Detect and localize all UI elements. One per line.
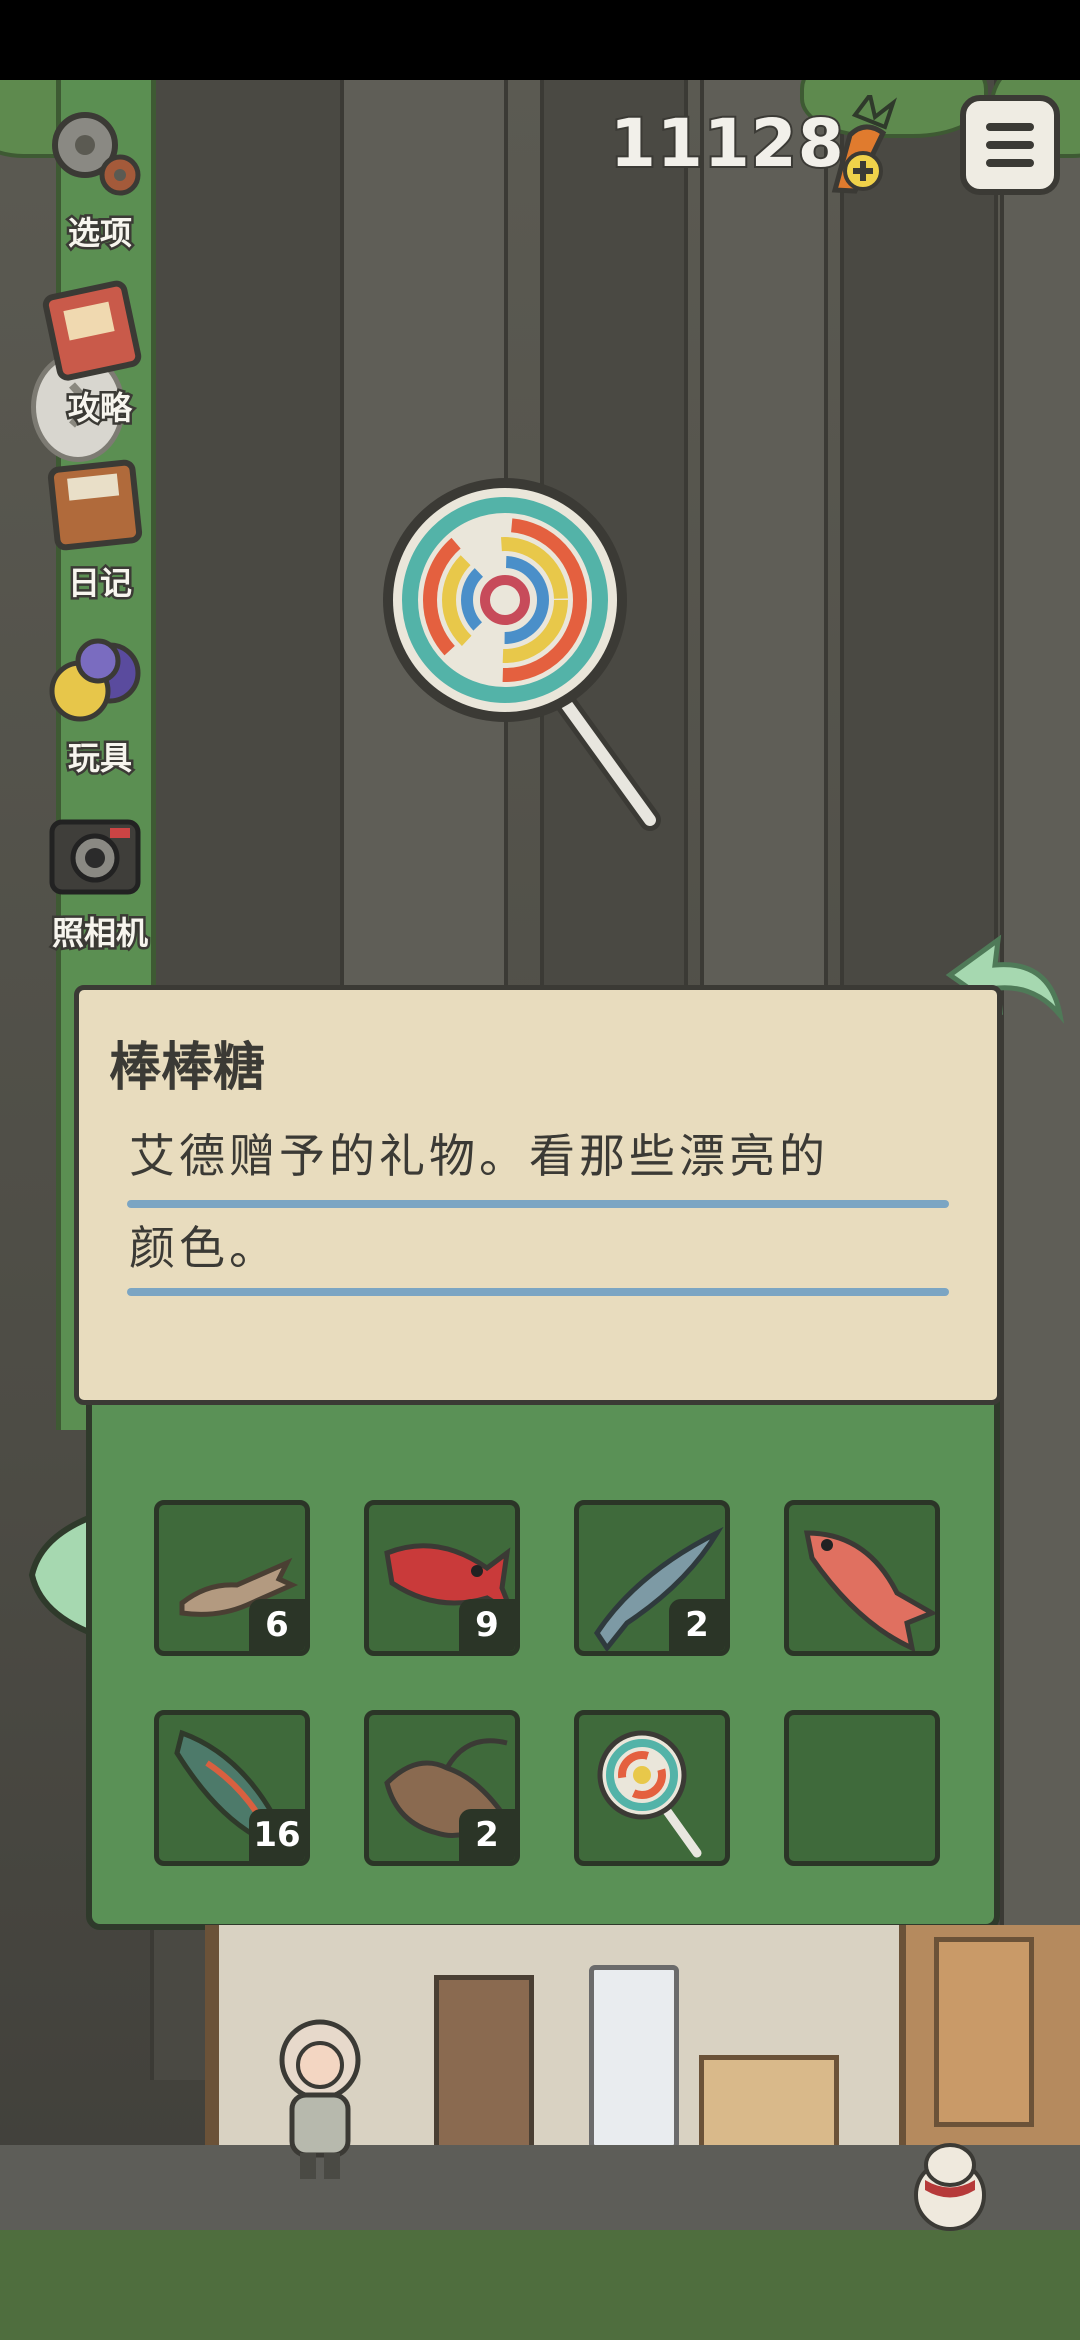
inventory-slot-driftwood[interactable]: 6 (154, 1500, 310, 1656)
item-count: 9 (459, 1599, 515, 1651)
item-count: 16 (249, 1809, 305, 1861)
tree-trunk (1000, 80, 1080, 2080)
sidebar-item-options[interactable]: 选项 (30, 100, 170, 275)
currency-count: 11128 (608, 103, 846, 184)
red-snapper-icon (803, 1530, 935, 1651)
featured-item-lollipop (360, 470, 680, 850)
sidebar-item-label: 选项 (65, 212, 134, 255)
lollipop-icon (383, 478, 661, 831)
diary-icon (47, 459, 143, 551)
item-description-line: 颜色。 (129, 1221, 279, 1275)
inventory-slot-red-salmon[interactable]: 9 (364, 1500, 520, 1656)
inventory-slot-trout[interactable]: 16 (154, 1710, 310, 1866)
menu-button[interactable] (960, 95, 1060, 195)
sidebar-item-label: 日记 (65, 562, 134, 605)
inventory-slot-needlefish[interactable]: 2 (574, 1500, 730, 1656)
guide-book-icon (42, 280, 142, 381)
sidebar-item-guide[interactable]: 攻略 (30, 275, 170, 450)
wooden-wall (900, 1925, 1080, 2150)
kitchen-cabinet (699, 2055, 839, 2150)
sidebar-item-label: 照相机 (49, 912, 150, 955)
menu-icon (986, 123, 1034, 131)
sidebar-item-camera[interactable]: 照相机 (30, 800, 170, 975)
toy-balls-icon (49, 638, 141, 722)
item-count: 2 (669, 1599, 725, 1651)
game-screen: 11128 选项 攻略 日记 玩具 照相机 6 9 2 16 2 棒棒糖 艾德赠… (0, 0, 1080, 2340)
sidebar-item-label: 玩具 (65, 737, 134, 780)
text-underline (127, 1288, 949, 1296)
lollipop-icon (597, 1730, 702, 1858)
inventory-slot-empty[interactable] (784, 1710, 940, 1866)
grass (0, 2230, 1080, 2340)
inventory-slot-stingray[interactable]: 2 (364, 1710, 520, 1866)
camera-icon (49, 819, 141, 895)
sidebar-item-toys[interactable]: 玩具 (30, 625, 170, 800)
text-underline (127, 1200, 949, 1208)
gear-icon (52, 112, 141, 196)
sidebar-item-label: 攻略 (65, 387, 134, 430)
rabbit-character[interactable] (905, 2125, 995, 2235)
inventory-slot-lollipop[interactable] (574, 1710, 730, 1866)
locked-door (434, 1975, 534, 2150)
carrot-add-icon[interactable] (815, 90, 905, 195)
item-count: 2 (459, 1809, 515, 1861)
item-count: 6 (249, 1599, 305, 1651)
item-description-line: 艾德赠予的礼物。看那些漂亮的 (129, 1129, 829, 1183)
front-door[interactable] (934, 1937, 1034, 2127)
refrigerator (589, 1965, 679, 2150)
character-player[interactable] (270, 2015, 370, 2185)
item-title: 棒棒糖 (109, 1038, 266, 1098)
item-description-card: 棒棒糖 艾德赠予的礼物。看那些漂亮的 颜色。 (74, 985, 1002, 1405)
inventory-slot-red-snapper[interactable] (784, 1500, 940, 1656)
sidebar-item-diary[interactable]: 日记 (30, 450, 170, 625)
